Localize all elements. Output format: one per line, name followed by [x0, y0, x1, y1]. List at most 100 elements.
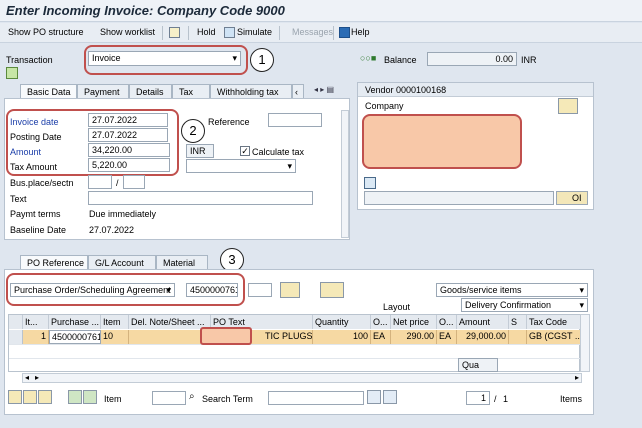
cell-purchase[interactable]: 4500000761 — [49, 330, 101, 344]
col-net-price[interactable]: Net price — [391, 315, 437, 329]
po-text-redacted — [200, 327, 252, 345]
deselect-all-icon[interactable] — [23, 390, 37, 404]
col-del-note[interactable]: Del. Note/Sheet ... — [129, 315, 211, 329]
cell-del-note[interactable] — [129, 330, 211, 344]
text-label: Text — [10, 194, 27, 204]
scroll-right-icon[interactable]: ▸ — [35, 373, 39, 382]
tab-gl-account[interactable]: G/L Account — [88, 255, 156, 269]
col-item[interactable]: Item — [101, 315, 129, 329]
page-field[interactable]: 1 — [466, 391, 490, 405]
col-price-unit[interactable]: O... — [437, 315, 457, 329]
table-row[interactable]: 1 4500000761 10 TIC PLUGS 100 EA 290.00 … — [9, 330, 581, 344]
application-toolbar: Show PO structure Show worklist Hold Sim… — [0, 23, 642, 43]
simulate-icon[interactable] — [224, 27, 237, 38]
items-label: Items — [560, 394, 583, 404]
baseline-date-value: 27.07.2022 — [89, 225, 135, 235]
layout-select[interactable]: Delivery Confirmation ▾ — [461, 298, 588, 312]
simulate-button[interactable]: Simulate — [237, 27, 272, 37]
chevron-down-icon: ▾ — [579, 300, 584, 310]
calculate-tax-label: Calculate tax — [252, 147, 305, 157]
table-horizontal-scrollbar[interactable]: ◂ ▸ ▸ — [22, 373, 582, 383]
tab-tax[interactable]: Tax — [172, 84, 210, 98]
sort-descending-icon[interactable] — [83, 390, 97, 404]
select-all-icon[interactable] — [8, 390, 22, 404]
cell-s[interactable] — [509, 330, 527, 344]
tab-basic-data[interactable]: Basic Data — [20, 84, 77, 98]
balance-field: 0.00 — [427, 52, 517, 66]
tab-scroll-left-icon[interactable]: ‹ — [292, 84, 304, 98]
tab-nav-icons[interactable]: ◂ ▸ ▤ — [314, 85, 350, 97]
busplace-label: Bus.place/sectn — [10, 178, 74, 188]
currency-field[interactable]: INR — [186, 144, 214, 158]
busplace-separator: / — [116, 178, 119, 188]
find-next-icon[interactable] — [383, 390, 397, 404]
help-button[interactable]: Help — [351, 27, 370, 37]
reference-field[interactable] — [268, 113, 322, 127]
tab-material[interactable]: Material — [156, 255, 208, 269]
tab-payment[interactable]: Payment — [77, 84, 129, 98]
copy-icon[interactable] — [169, 27, 182, 38]
cell-price-unit[interactable]: EA — [437, 330, 457, 344]
sort-ascending-icon[interactable] — [68, 390, 82, 404]
binoculars-icon[interactable] — [367, 390, 381, 404]
tax-code-select[interactable]: ▾ — [186, 159, 296, 173]
messages-button[interactable]: Messages — [292, 27, 333, 37]
tab-details[interactable]: Details — [129, 84, 172, 98]
annotation-box-2 — [6, 109, 179, 176]
open-items-button[interactable]: OI — [556, 191, 588, 205]
col-purchase[interactable]: Purchase ... — [49, 315, 101, 329]
table-vertical-scrollbar[interactable] — [580, 314, 590, 372]
cell-it[interactable]: 1 — [23, 330, 49, 344]
vendor-detail-icon[interactable] — [558, 98, 578, 114]
section-field[interactable] — [123, 175, 145, 189]
show-po-structure-button[interactable]: Show PO structure — [8, 27, 84, 37]
cell-order-unit[interactable]: EA — [371, 330, 391, 344]
doc-type-icon[interactable] — [6, 67, 18, 79]
select-all-cell[interactable] — [9, 315, 23, 329]
col-amount[interactable]: Amount — [457, 315, 509, 329]
basic-data-scrollbar[interactable] — [341, 110, 349, 238]
open-items-label: OI — [572, 193, 582, 203]
cell-amount[interactable]: 29,000.00 — [457, 330, 509, 344]
refresh-icon[interactable] — [38, 390, 52, 404]
search-term-field[interactable] — [268, 391, 364, 405]
col-s[interactable]: S — [509, 315, 527, 329]
tab-withholding-tax[interactable]: Withholding tax — [210, 84, 292, 98]
goods-service-select[interactable]: Goods/service items ▾ — [436, 283, 588, 297]
cell-item[interactable]: 10 — [101, 330, 129, 344]
search-key-icon[interactable] — [320, 282, 344, 298]
cell-quantity[interactable]: 100 — [313, 330, 371, 344]
col-it[interactable]: It... — [23, 315, 49, 329]
transfer-icon[interactable] — [280, 282, 300, 298]
po-item-field[interactable] — [248, 283, 272, 297]
calculate-tax-checkbox[interactable]: ✓ — [240, 146, 250, 156]
item-search-field[interactable] — [152, 391, 186, 405]
scroll-end-icon[interactable]: ▸ — [575, 373, 579, 382]
col-quantity[interactable]: Quantity — [313, 315, 371, 329]
col-tax-code[interactable]: Tax Code — [527, 315, 581, 329]
text-field[interactable] — [88, 191, 313, 205]
hold-button[interactable]: Hold — [197, 27, 216, 37]
busplace-field[interactable] — [88, 175, 112, 189]
cell-net-price[interactable]: 290.00 — [391, 330, 437, 344]
cell-tax-code[interactable]: GB (CGST ... — [527, 330, 581, 344]
show-worklist-button[interactable]: Show worklist — [100, 27, 155, 37]
vendor-extra-icon[interactable] — [364, 177, 376, 189]
goods-service-value: Goods/service items — [440, 285, 522, 295]
baseline-date-label: Baseline Date — [10, 225, 67, 235]
annotation-box-3 — [6, 273, 245, 306]
paymt-terms-label: Paymt terms — [10, 209, 61, 219]
toolbar-divider — [188, 26, 189, 40]
col-order-unit[interactable]: O... — [371, 315, 391, 329]
page-total: 1 — [503, 394, 509, 404]
tab-po-reference[interactable]: PO Reference — [20, 255, 88, 269]
item-search-icon[interactable]: ⌕ — [189, 391, 195, 402]
scroll-left-icon[interactable]: ◂ — [25, 373, 29, 382]
toolbar-divider — [279, 26, 280, 40]
bank-field — [364, 191, 554, 205]
table-row-empty[interactable] — [9, 344, 581, 358]
layout-label: Layout — [383, 302, 411, 312]
status-lights-icon: ○○■ — [360, 53, 377, 63]
row-selector[interactable] — [9, 330, 23, 344]
vendor-title: Vendor 0000100168 — [365, 85, 447, 95]
